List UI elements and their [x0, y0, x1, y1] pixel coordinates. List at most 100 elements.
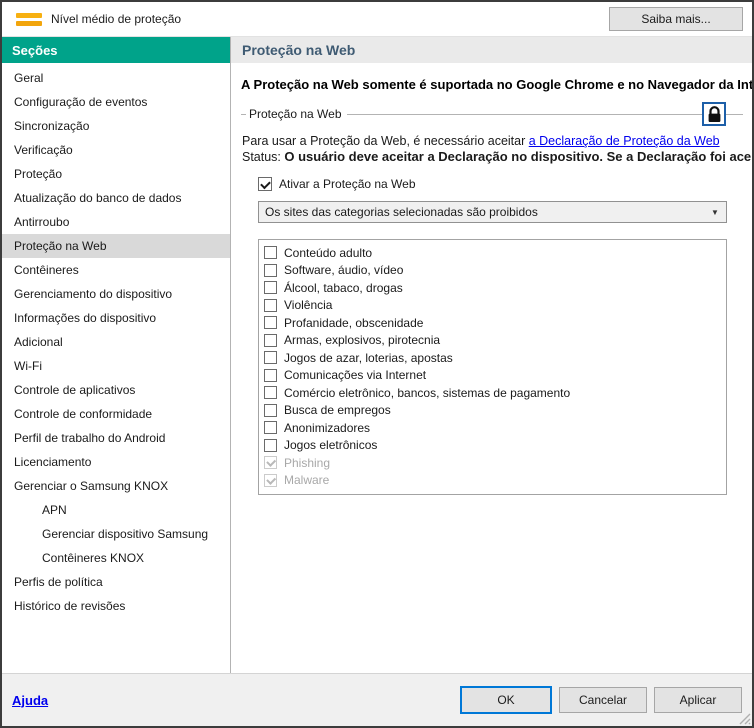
sidebar-item-geral[interactable]: Geral	[2, 66, 230, 90]
groupbox-label: Proteção na Web	[246, 107, 347, 121]
web-protection-groupbox-header: Proteção na Web	[241, 101, 743, 127]
lock-icon	[707, 106, 722, 123]
sidebar-item-antirroubo[interactable]: Antirroubo	[2, 210, 230, 234]
checkbox[interactable]	[264, 299, 277, 312]
category-label: Software, áudio, vídeo	[284, 263, 403, 277]
lock-button[interactable]	[702, 102, 726, 126]
sidebar-item-protecao-na-web[interactable]: Proteção na Web	[2, 234, 230, 258]
checkbox[interactable]	[264, 421, 277, 434]
category-label: Conteúdo adulto	[284, 246, 372, 260]
ok-button[interactable]: OK	[460, 686, 552, 714]
site-category-mode-dropdown[interactable]: Os sites das categorias selecionadas são…	[258, 201, 727, 223]
status-label: Status:	[242, 150, 284, 164]
sections-sidebar: Seções Geral Configuração de eventos Sin…	[2, 37, 231, 673]
checkbox-disabled	[264, 456, 277, 469]
apply-button[interactable]: Aplicar	[654, 687, 742, 713]
protection-level-label: Nível médio de proteção	[51, 12, 181, 26]
sidebar-item-gerenciar-o-samsung-knox[interactable]: Gerenciar o Samsung KNOX	[2, 474, 230, 498]
window-body: Seções Geral Configuração de eventos Sin…	[2, 37, 752, 673]
sidebar-item-controle-de-conformidade[interactable]: Controle de conformidade	[2, 402, 230, 426]
category-row-anonimizadores[interactable]: Anonimizadores	[264, 419, 726, 437]
content-body: A Proteção na Web somente é suportada no…	[231, 63, 752, 673]
checkbox[interactable]	[264, 386, 277, 399]
category-label: Profanidade, obscenidade	[284, 316, 423, 330]
sidebar-item-informacoes-do-dispositivo[interactable]: Informações do dispositivo	[2, 306, 230, 330]
sidebar-item-perfis-de-politica[interactable]: Perfis de política	[2, 570, 230, 594]
category-label: Álcool, tabaco, drogas	[284, 281, 403, 295]
category-row-conteudo-adulto[interactable]: Conteúdo adulto	[264, 244, 726, 262]
sidebar-list: Geral Configuração de eventos Sincroniza…	[2, 63, 230, 618]
category-label: Busca de empregos	[284, 403, 391, 417]
sidebar-item-historico-de-revisoes[interactable]: Histórico de revisões	[2, 594, 230, 618]
category-row-alcool-tabaco-drogas[interactable]: Álcool, tabaco, drogas	[264, 279, 726, 297]
checkbox[interactable]	[264, 316, 277, 329]
enable-web-protection-row[interactable]: Ativar a Proteção na Web	[258, 177, 752, 191]
statement-line: Para usar a Proteção da Web, é necessári…	[242, 133, 752, 149]
protection-level-icon	[16, 12, 42, 27]
category-row-phishing: Phishing	[264, 454, 726, 472]
sidebar-item-perfil-de-trabalho-do-android[interactable]: Perfil de trabalho do Android	[2, 426, 230, 450]
enable-web-protection-checkbox[interactable]	[258, 177, 272, 191]
checkbox[interactable]	[264, 246, 277, 259]
category-row-jogos-de-azar-loterias-apostas[interactable]: Jogos de azar, loterias, apostas	[264, 349, 726, 367]
sidebar-item-conteineres-knox[interactable]: Contêineres KNOX	[2, 546, 230, 570]
category-label: Armas, explosivos, pirotecnia	[284, 333, 440, 347]
category-row-jogos-eletronicos[interactable]: Jogos eletrônicos	[264, 437, 726, 455]
support-note: A Proteção na Web somente é suportada no…	[241, 77, 752, 93]
sidebar-item-verificacao[interactable]: Verificação	[2, 138, 230, 162]
sidebar-item-conteineres[interactable]: Contêineres	[2, 258, 230, 282]
resize-grip[interactable]	[738, 712, 751, 725]
sidebar-item-gerenciar-dispositivo-samsung[interactable]: Gerenciar dispositivo Samsung	[2, 522, 230, 546]
learn-more-button[interactable]: Saiba mais...	[609, 7, 743, 31]
checkbox[interactable]	[264, 404, 277, 417]
category-label: Jogos de azar, loterias, apostas	[284, 351, 453, 365]
sidebar-item-protecao[interactable]: Proteção	[2, 162, 230, 186]
category-label: Comércio eletrônico, bancos, sistemas de…	[284, 386, 570, 400]
footer-bar: Ajuda OK Cancelar Aplicar	[2, 673, 752, 726]
chevron-down-icon: ▼	[704, 208, 726, 217]
category-row-software-audio-video[interactable]: Software, áudio, vídeo	[264, 262, 726, 280]
checkbox[interactable]	[264, 281, 277, 294]
checkbox[interactable]	[264, 439, 277, 452]
sidebar-item-adicional[interactable]: Adicional	[2, 330, 230, 354]
checkbox-disabled	[264, 474, 277, 487]
category-row-comercio-eletronico[interactable]: Comércio eletrônico, bancos, sistemas de…	[264, 384, 726, 402]
category-label: Comunicações via Internet	[284, 368, 426, 382]
help-link[interactable]: Ajuda	[12, 693, 48, 708]
checkbox[interactable]	[264, 369, 277, 382]
title-bar: Nível médio de proteção Saiba mais...	[2, 2, 752, 37]
category-label: Jogos eletrônicos	[284, 438, 377, 452]
page-title: Proteção na Web	[231, 37, 752, 63]
sidebar-item-sincronizacao[interactable]: Sincronização	[2, 114, 230, 138]
status-message: O usuário deve aceitar a Declaração no d…	[284, 149, 752, 164]
checkbox[interactable]	[264, 264, 277, 277]
status-line: Status: O usuário deve aceitar a Declara…	[242, 149, 752, 165]
content-panel: Proteção na Web A Proteção na Web soment…	[231, 37, 752, 673]
sidebar-item-atualizacao-do-banco-de-dados[interactable]: Atualização do banco de dados	[2, 186, 230, 210]
sidebar-item-apn[interactable]: APN	[2, 498, 230, 522]
web-protection-statement-link[interactable]: a Declaração de Proteção da Web	[529, 134, 720, 148]
sidebar-item-licenciamento[interactable]: Licenciamento	[2, 450, 230, 474]
sidebar-header: Seções	[2, 37, 230, 63]
category-row-profanidade-obscenidade[interactable]: Profanidade, obscenidade	[264, 314, 726, 332]
checkbox[interactable]	[264, 334, 277, 347]
sidebar-item-configuracao-de-eventos[interactable]: Configuração de eventos	[2, 90, 230, 114]
category-row-busca-de-empregos[interactable]: Busca de empregos	[264, 402, 726, 420]
sidebar-item-wi-fi[interactable]: Wi-Fi	[2, 354, 230, 378]
category-row-comunicacoes-via-internet[interactable]: Comunicações via Internet	[264, 367, 726, 385]
category-row-armas-explosivos-pirotecnia[interactable]: Armas, explosivos, pirotecnia	[264, 332, 726, 350]
cancel-button[interactable]: Cancelar	[559, 687, 647, 713]
category-label: Phishing	[284, 456, 330, 470]
statement-text: Para usar a Proteção da Web, é necessári…	[242, 134, 529, 148]
checkbox[interactable]	[264, 351, 277, 364]
policy-settings-window: Nível médio de proteção Saiba mais... Se…	[0, 0, 754, 728]
category-row-malware: Malware	[264, 472, 726, 490]
sidebar-item-gerenciamento-do-dispositivo[interactable]: Gerenciamento do dispositivo	[2, 282, 230, 306]
category-label: Malware	[284, 473, 329, 487]
category-label: Anonimizadores	[284, 421, 370, 435]
enable-web-protection-label: Ativar a Proteção na Web	[279, 177, 416, 191]
category-label: Violência	[284, 298, 332, 312]
category-row-violencia[interactable]: Violência	[264, 297, 726, 315]
sidebar-item-controle-de-aplicativos[interactable]: Controle de aplicativos	[2, 378, 230, 402]
dropdown-selected-value: Os sites das categorias selecionadas são…	[265, 205, 704, 219]
